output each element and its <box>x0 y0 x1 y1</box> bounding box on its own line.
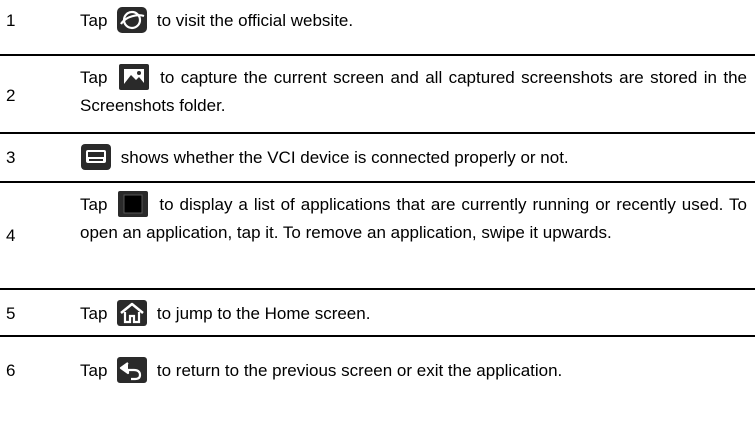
recent-apps-icon <box>117 190 149 217</box>
row-text-before: Tap <box>80 195 108 214</box>
home-icon <box>116 299 148 326</box>
table-row: 2 Tap to capture the current screen and … <box>0 56 755 132</box>
row-text-before: Tap <box>80 304 108 323</box>
row-text-after: to return to the previous screen or exit… <box>156 361 563 380</box>
row-text-after: to visit the official website. <box>156 11 354 30</box>
row-number: 6 <box>6 361 16 380</box>
row-number: 3 <box>6 148 16 167</box>
row-text-before: Tap <box>80 68 108 87</box>
row-number: 2 <box>6 86 16 105</box>
row-number: 5 <box>6 304 16 323</box>
row-text-after: to display a list of applications that a… <box>80 195 747 242</box>
icon-description-table: 1 Tap to visit the official website. 2 T… <box>0 0 755 429</box>
row-text-before: Tap <box>80 11 108 30</box>
globe-icon <box>116 6 148 33</box>
table-row: 6 Tap to return to the previous screen o… <box>0 337 755 429</box>
row-text-after: to capture the current screen and all ca… <box>80 68 747 115</box>
table-row: 1 Tap to visit the official website. <box>0 0 755 44</box>
row-description: Tap to visit the official website. <box>80 6 747 35</box>
row-number: 1 <box>6 11 16 30</box>
vci-device-icon <box>80 143 112 170</box>
table-row: 3 shows whether the VCI device is connec… <box>0 134 755 181</box>
back-icon <box>116 356 148 383</box>
row-description: shows whether the VCI device is connecte… <box>80 143 747 172</box>
row-description: Tap to capture the current screen and al… <box>80 63 747 119</box>
table-row: 5 Tap to jump to the Home screen. <box>0 290 755 335</box>
screenshot-icon <box>118 63 150 90</box>
row-text-after: to jump to the Home screen. <box>156 304 371 323</box>
row-text-after: shows whether the VCI device is connecte… <box>120 148 569 167</box>
row-description: Tap to return to the previous screen or … <box>80 356 747 385</box>
table-row: 4 Tap to display a list of applications … <box>0 183 755 288</box>
row-description: Tap to display a list of applications th… <box>80 190 747 246</box>
row-text-before: Tap <box>80 361 108 380</box>
row-description: Tap to jump to the Home screen. <box>80 299 747 328</box>
row-number: 4 <box>6 226 16 245</box>
